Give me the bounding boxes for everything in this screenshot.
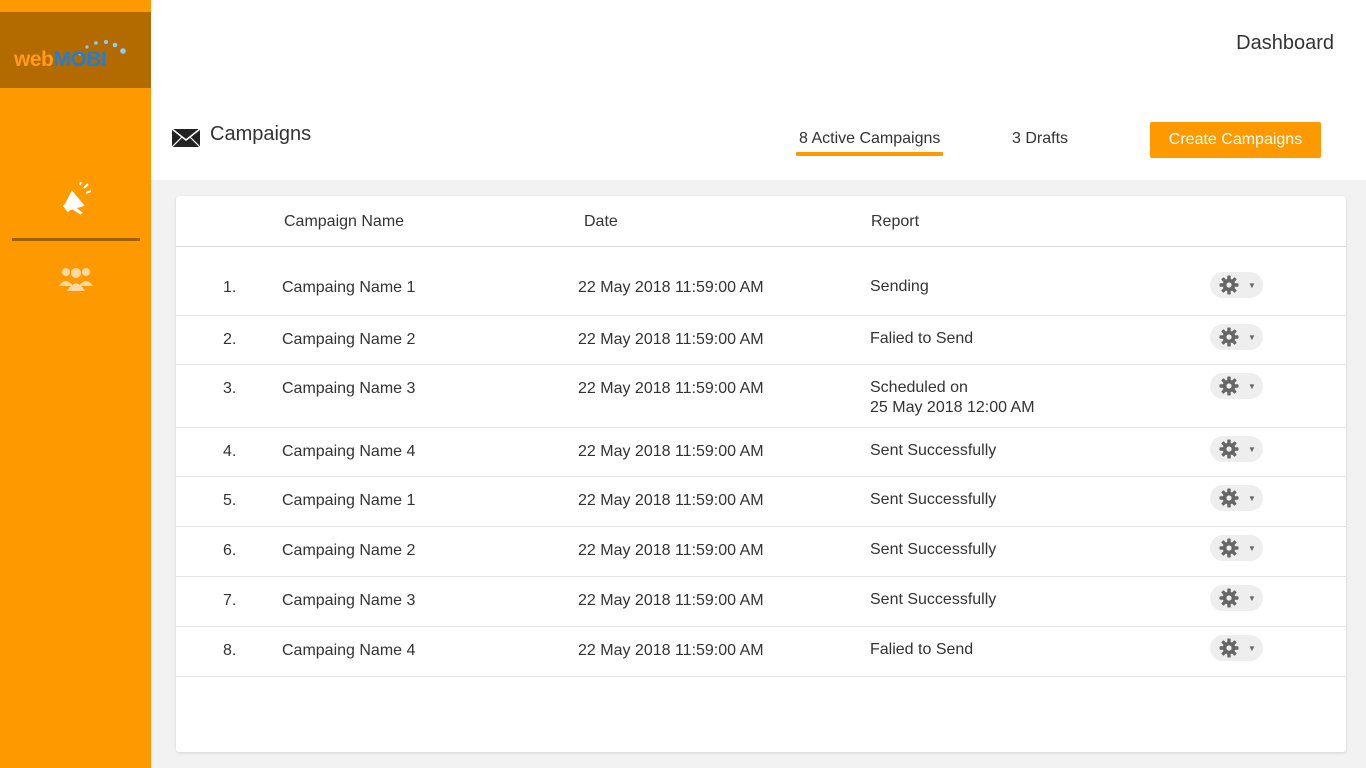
gear-icon	[1219, 439, 1239, 459]
campaign-date: 22 May 2018 11:59:00 AM	[578, 542, 764, 559]
chevron-down-icon: ▼	[1248, 444, 1256, 454]
chevron-down-icon: ▼	[1248, 643, 1256, 653]
report-status: Falied to Send	[870, 641, 974, 658]
row-number: 2.	[223, 331, 237, 348]
table-row[interactable]: 8. Campaing Name 4 22 May 2018 11:59:00 AM…	[176, 627, 1346, 677]
campaign-name: Campaing Name 2	[282, 331, 416, 348]
campaign-report: Sent Successfully	[870, 441, 996, 461]
row-number: 1.	[223, 279, 237, 296]
campaign-report: Sent Successfully	[870, 590, 996, 610]
campaign-date: 22 May 2018 11:59:00 AM	[578, 443, 764, 460]
row-settings-dropdown[interactable]: ▼	[1210, 635, 1263, 661]
table-row[interactable]: 6. Campaing Name 2 22 May 2018 11:59:00 AM…	[176, 527, 1346, 577]
table-row[interactable]: 4. Campaing Name 4 22 May 2018 11:59:00 AM…	[176, 428, 1346, 477]
table-row[interactable]: 2. Campaing Name 2 22 May 2018 11:59:00 AM…	[176, 316, 1346, 365]
sidebar: webMOBI	[0, 0, 151, 768]
campaign-date: 22 May 2018 11:59:00 AM	[578, 279, 764, 296]
campaign-name: Campaing Name 2	[282, 542, 416, 559]
report-status: Falied to Send	[870, 330, 974, 347]
row-settings-dropdown[interactable]: ▼	[1210, 485, 1263, 511]
page-title: Campaigns	[210, 123, 312, 145]
row-number: 7.	[223, 592, 237, 609]
create-campaigns-button[interactable]: Create Campaigns	[1150, 122, 1321, 158]
row-number: 8.	[223, 642, 237, 659]
report-detail: 25 May 2018 12:00 AM	[870, 399, 1035, 416]
report-status: Sent Successfully	[870, 541, 997, 558]
column-header-name: Campaign Name	[284, 213, 405, 230]
column-header-report: Report	[871, 213, 920, 230]
envelope-icon	[172, 128, 200, 147]
campaign-report: Sending	[870, 277, 929, 297]
sidebar-item-users[interactable]	[0, 258, 151, 298]
report-status: Sending	[870, 278, 929, 295]
logo[interactable]: webMOBI	[0, 12, 151, 88]
logo-web-text: web	[14, 48, 54, 71]
chevron-down-icon: ▼	[1248, 493, 1256, 503]
chevron-down-icon: ▼	[1248, 381, 1256, 391]
row-settings-dropdown[interactable]: ▼	[1210, 324, 1263, 350]
logo-mobi-text: MOBI	[53, 48, 107, 71]
gear-icon	[1219, 376, 1239, 396]
page-title-group: Campaigns	[172, 123, 312, 149]
gear-icon	[1219, 275, 1239, 295]
table-row[interactable]: 1. Campaing Name 1 22 May 2018 11:59:00 AM…	[176, 264, 1346, 316]
campaign-report: Sent Successfully	[870, 490, 996, 510]
chevron-down-icon: ▼	[1248, 543, 1256, 553]
campaign-report: Falied to Send	[870, 329, 973, 349]
column-header-date: Date	[584, 213, 618, 230]
sidebar-divider	[12, 238, 140, 241]
table-row[interactable]: 7. Campaing Name 3 22 May 2018 11:59:00 AM…	[176, 577, 1346, 627]
row-settings-dropdown[interactable]: ▼	[1210, 272, 1263, 298]
campaign-date: 22 May 2018 11:59:00 AM	[578, 492, 764, 509]
campaigns-table: Campaign Name Date Report 1. Campaing Nam…	[176, 196, 1346, 752]
campaign-report: Sent Successfully	[870, 540, 996, 560]
campaign-date: 22 May 2018 11:59:00 AM	[578, 380, 764, 397]
chevron-down-icon: ▼	[1248, 280, 1256, 290]
sidebar-item-campaigns[interactable]	[0, 178, 151, 222]
campaign-name: Campaing Name 1	[282, 492, 416, 509]
table-header: Campaign Name Date Report	[176, 196, 1346, 247]
tab-drafts[interactable]: 3 Drafts	[1012, 130, 1068, 148]
report-status: Sent Successfully	[870, 591, 997, 608]
megaphone-icon	[62, 182, 91, 215]
table-row[interactable]: 5. Campaing Name 1 22 May 2018 11:59:00 AM…	[176, 477, 1346, 527]
chevron-down-icon: ▼	[1248, 332, 1256, 342]
row-settings-dropdown[interactable]: ▼	[1210, 535, 1263, 561]
report-status: Sent Successfully	[870, 491, 997, 508]
row-settings-dropdown[interactable]: ▼	[1210, 436, 1263, 462]
campaign-name: Campaing Name 3	[282, 592, 416, 609]
logo-text: webMOBI	[14, 48, 107, 72]
tab-active-campaigns[interactable]: 8 Active Campaigns	[795, 130, 944, 156]
campaign-name: Campaing Name 4	[282, 642, 416, 659]
campaign-name: Campaing Name 3	[282, 380, 416, 397]
gear-icon	[1219, 538, 1239, 558]
users-icon	[58, 268, 93, 291]
gear-icon	[1219, 588, 1239, 608]
campaign-report: Scheduled on 25 May 2018 12:00 AM	[870, 378, 1035, 418]
table-row[interactable]: 3. Campaing Name 3 22 May 2018 11:59:00 AM…	[176, 365, 1346, 428]
gear-icon	[1219, 638, 1239, 658]
gear-icon	[1219, 327, 1239, 347]
dashboard-link[interactable]: Dashboard	[1236, 32, 1334, 55]
header: Dashboard Campaigns 8 Active Campaigns 3…	[151, 0, 1366, 180]
report-status: Sent Successfully	[870, 442, 997, 459]
campaign-report: Falied to Send	[870, 640, 973, 660]
campaign-name: Campaing Name 4	[282, 443, 416, 460]
row-settings-dropdown[interactable]: ▼	[1210, 585, 1263, 611]
gear-icon	[1219, 488, 1239, 508]
report-status: Scheduled on	[870, 379, 968, 396]
row-settings-dropdown[interactable]: ▼	[1210, 373, 1263, 399]
campaign-name: Campaing Name 1	[282, 279, 416, 296]
campaign-date: 22 May 2018 11:59:00 AM	[578, 642, 764, 659]
chevron-down-icon: ▼	[1248, 593, 1256, 603]
row-number: 5.	[223, 492, 237, 509]
campaign-date: 22 May 2018 11:59:00 AM	[578, 331, 764, 348]
row-number: 6.	[223, 542, 237, 559]
row-number: 3.	[223, 380, 237, 397]
campaign-date: 22 May 2018 11:59:00 AM	[578, 592, 764, 609]
row-number: 4.	[223, 443, 237, 460]
